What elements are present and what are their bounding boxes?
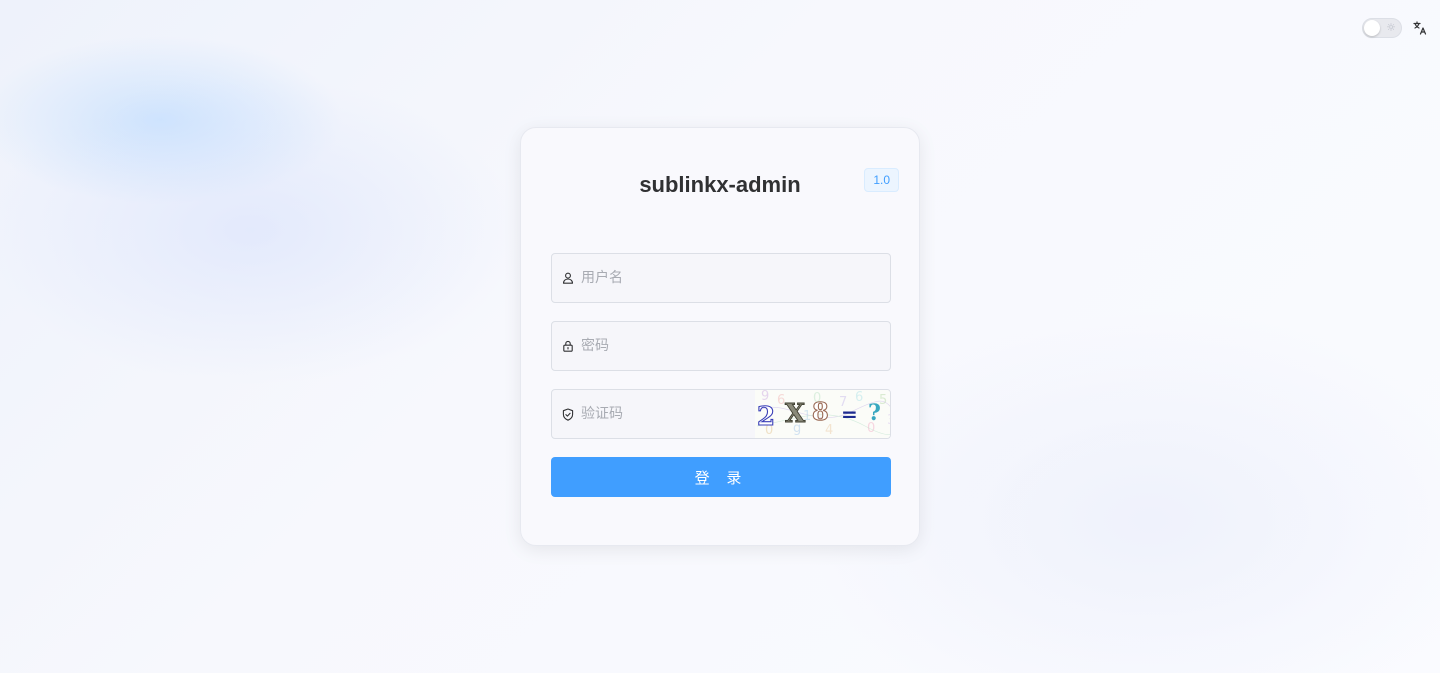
svg-text:=: = (841, 402, 858, 426)
login-card: sublinkx-admin 1.0 用户名 验证码 9 6 g 0 4 7 6… (520, 127, 920, 546)
language-switch-button[interactable] (1412, 20, 1428, 36)
captcha-field: 9 6 g 0 4 7 6 0 5 3 0 1 2 X 8 = (551, 389, 891, 439)
username-field (551, 253, 891, 303)
password-field (551, 321, 891, 371)
shield-icon (561, 407, 575, 421)
password-input[interactable] (581, 322, 890, 370)
user-icon (561, 271, 575, 285)
toggle-knob (1364, 20, 1380, 36)
svg-text:X: X (785, 399, 806, 429)
version-badge: 1.0 (864, 168, 899, 192)
theme-toggle[interactable]: ☼ (1362, 18, 1402, 38)
lock-icon (561, 339, 575, 353)
captcha-input[interactable] (581, 390, 755, 438)
svg-text:?: ? (868, 400, 881, 426)
login-button[interactable]: 登 录 (551, 457, 891, 497)
top-toolbar: ☼ (1362, 18, 1428, 38)
username-input[interactable] (581, 254, 890, 302)
captcha-image[interactable]: 9 6 g 0 4 7 6 0 5 3 0 1 2 X 8 = (755, 390, 891, 438)
sun-icon: ☼ (1386, 21, 1396, 34)
app-title: sublinkx-admin (639, 172, 801, 197)
svg-text:3: 3 (887, 413, 891, 428)
svg-text:8: 8 (812, 397, 829, 426)
translate-icon (1413, 21, 1427, 35)
svg-text:2: 2 (757, 402, 775, 432)
